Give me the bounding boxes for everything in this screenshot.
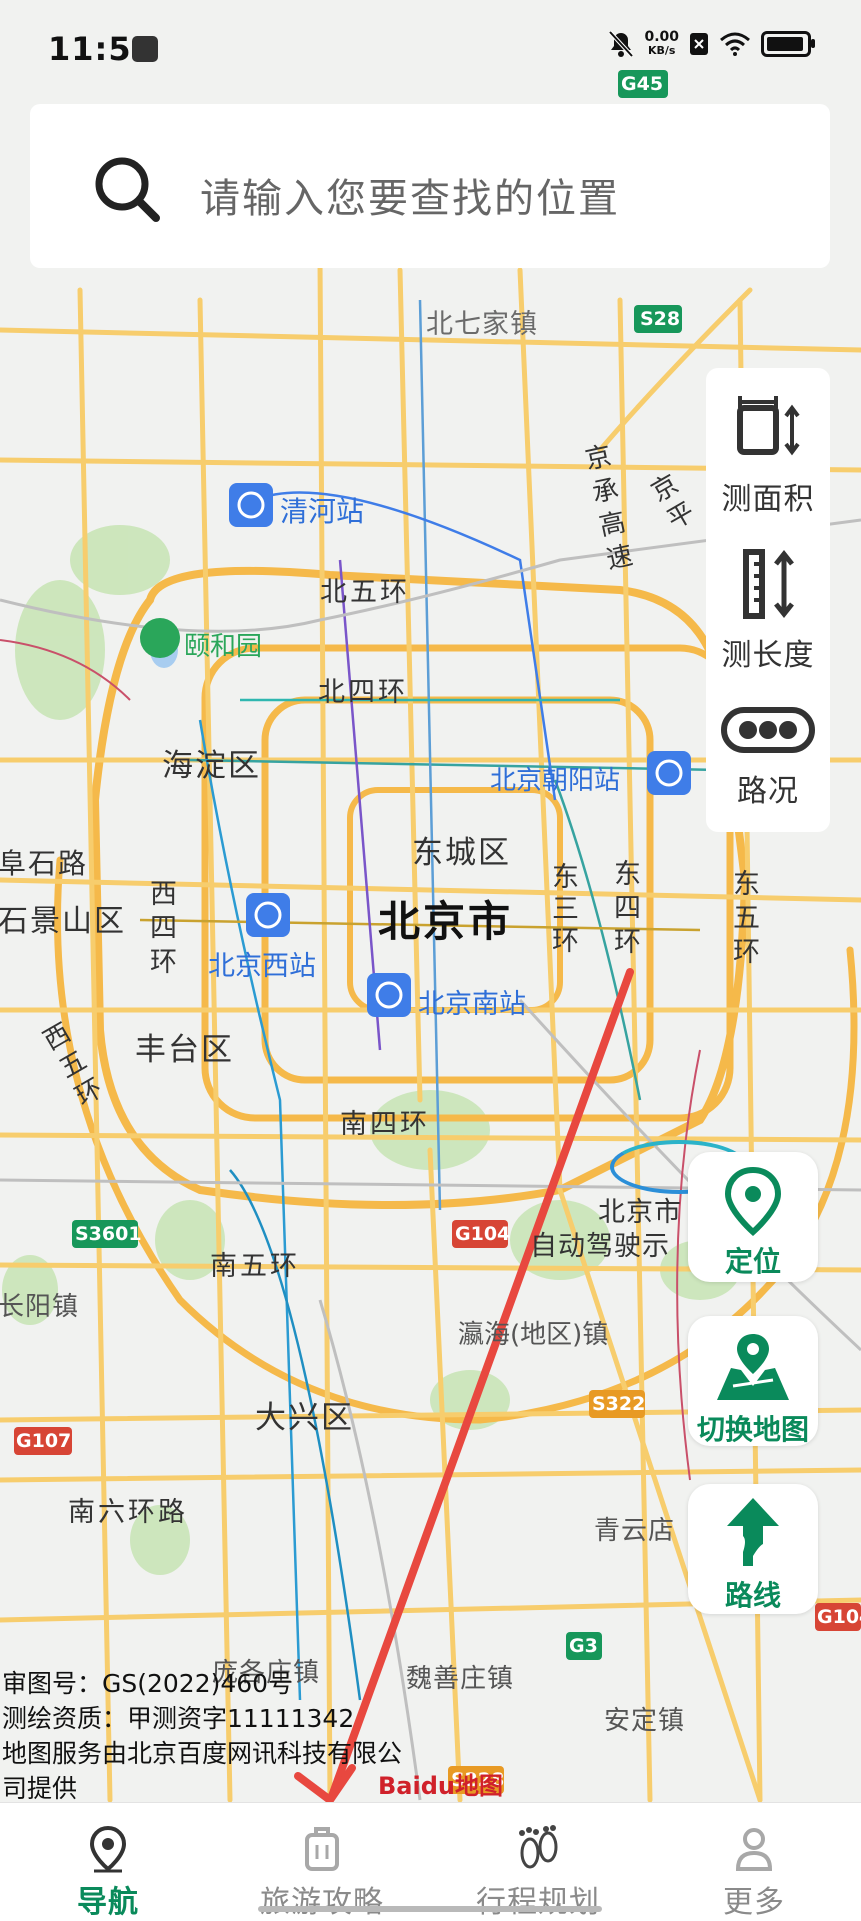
status-bar: 11:55 0.00 KB/s <box>0 0 861 100</box>
measure-length-icon <box>743 549 794 619</box>
nav-label-travel-guide: 旅游攻略 <box>260 1885 384 1920</box>
location-pin-icon <box>89 1825 127 1873</box>
measure-length-label: 测长度 <box>721 638 815 673</box>
search-bar[interactable]: 请输入您要查找的位置 <box>30 104 830 268</box>
wifi-icon <box>720 32 750 56</box>
nav-label-itinerary: 行程规划 <box>476 1885 600 1920</box>
measure-area-label: 测面积 <box>721 482 815 517</box>
measure-length-button[interactable]: 测长度 <box>706 544 830 674</box>
route-label: 路线 <box>724 1579 781 1612</box>
map-layers-icon <box>717 1334 789 1400</box>
traffic-label: 路况 <box>737 774 799 809</box>
nav-item-travel-guide[interactable]: 旅游攻略 <box>222 1803 422 1921</box>
copyright-provider-line1: 地图服务由北京百度网讯科技有限公 <box>2 1739 403 1768</box>
route-button[interactable]: 路线 <box>688 1484 818 1614</box>
locate-button[interactable]: 定位 <box>688 1152 818 1282</box>
locate-label: 定位 <box>724 1245 781 1278</box>
nav-item-navigation[interactable]: 导航 <box>8 1803 208 1921</box>
measure-area-icon <box>737 396 800 456</box>
search-icon <box>95 157 160 222</box>
nav-item-more[interactable]: 更多 <box>654 1803 854 1921</box>
bottom-navigation: 导航 旅游攻略 行程规划 更多 <box>0 1802 861 1921</box>
search-input-placeholder[interactable]: 请输入您要查找的位置 <box>200 166 620 224</box>
baidu-logo: Baidu地图 <box>378 1772 503 1800</box>
map-tool-panel: 测面积 测长度 路况 <box>706 368 830 832</box>
battery-icon <box>761 31 815 57</box>
sim-icon <box>690 33 708 55</box>
person-icon <box>735 1828 773 1871</box>
copyright-review-number: 审图号：GS(2022)460号 <box>2 1669 294 1698</box>
map-canvas[interactable] <box>0 0 861 1920</box>
measure-area-button[interactable]: 测面积 <box>706 388 830 518</box>
route-arrow-icon <box>727 1498 779 1566</box>
footprints-icon <box>519 1825 558 1869</box>
traffic-light-icon <box>721 707 815 753</box>
status-icons: 0.00 KB/s <box>608 29 815 58</box>
notification-icon <box>132 36 158 62</box>
suitcase-icon <box>305 1827 339 1871</box>
nav-label-navigation: 导航 <box>77 1885 139 1920</box>
switch-map-button[interactable]: 切换地图 <box>688 1316 818 1446</box>
switch-map-label: 切换地图 <box>696 1413 809 1446</box>
home-indicator[interactable] <box>258 1906 602 1912</box>
nav-item-itinerary[interactable]: 行程规划 <box>438 1803 638 1921</box>
copyright-survey-qualification: 测绘资质：甲测资字11111342 <box>2 1704 355 1733</box>
mute-icon <box>608 30 634 58</box>
map-copyright: 审图号：GS(2022)460号 测绘资质：甲测资字11111342 地图服务由… <box>2 1666 402 1806</box>
location-pin-icon <box>724 1166 782 1236</box>
net-speed: 0.00 KB/s <box>644 29 679 57</box>
traffic-button[interactable]: 路况 <box>706 700 830 810</box>
nav-label-more: 更多 <box>723 1885 785 1920</box>
copyright-provider-line2: 司提供 <box>2 1774 78 1803</box>
